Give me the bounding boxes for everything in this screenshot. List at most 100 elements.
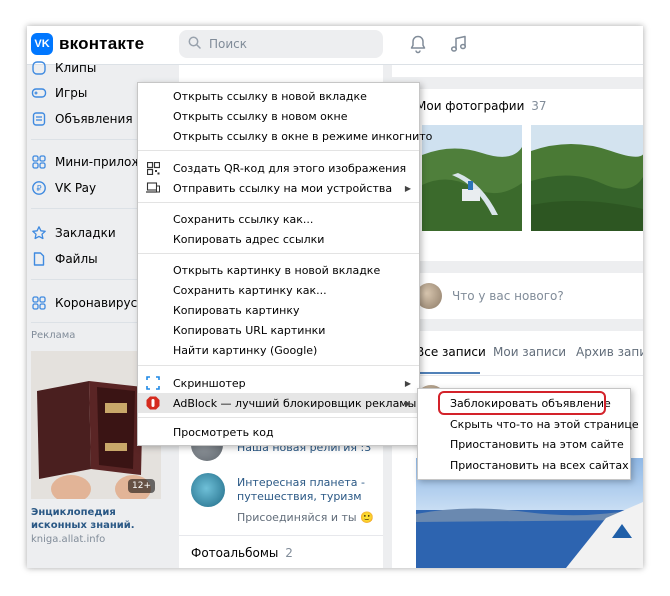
ads-board-icon — [31, 111, 47, 127]
menu-item-copy-image-url[interactable]: Копировать URL картинки — [138, 320, 419, 340]
adblock-submenu: Заблокировать объявление Скрыть что-то н… — [417, 388, 639, 480]
new-post-card[interactable]: Что у вас нового? — [392, 273, 643, 319]
menu-item-save-link-as[interactable]: Сохранить ссылку как... — [138, 209, 419, 229]
adblock-icon — [145, 395, 161, 411]
music-icon[interactable] — [449, 34, 469, 57]
menu-item-open-image-new-tab[interactable]: Открыть картинку в новой вкладке — [138, 260, 419, 280]
submenu-item-hide-something[interactable]: Скрыть что-то на этой странице — [418, 414, 639, 434]
ad-url[interactable]: kniga.allat.info — [31, 534, 105, 545]
menu-item-label: Сохранить ссылку как... — [173, 212, 314, 226]
menu-item-open-link-new-tab[interactable]: Открыть ссылку в новой вкладке — [138, 86, 419, 106]
menu-separator — [138, 202, 419, 203]
menu-item-inspect[interactable]: Просмотреть код — [138, 422, 419, 442]
search-icon — [188, 36, 201, 52]
community-subtitle: Присоединяйся и ты 🙂 — [237, 511, 374, 524]
new-post-placeholder[interactable]: Что у вас нового? — [452, 289, 564, 303]
top-card — [392, 65, 643, 77]
star-icon — [31, 225, 47, 241]
photo-thumbnail[interactable] — [422, 125, 522, 231]
apps-grid-icon — [31, 154, 47, 170]
tab-my-posts[interactable]: Мои записи — [493, 345, 566, 359]
sidebar-item-label: Закладки — [55, 226, 116, 240]
menu-item-label: Открыть ссылку в окне в режиме инкогнито — [173, 129, 433, 143]
sidebar-item-label: Коронавирус — [55, 296, 138, 310]
photos-count: 37 — [531, 99, 547, 113]
qr-code-icon — [145, 160, 161, 176]
ad-label: Реклама — [31, 330, 76, 341]
submenu-item-pause-this-site[interactable]: Приостановить на этом сайте — [418, 434, 630, 454]
menu-item-label: Открыть картинку в новой вкладке — [173, 263, 381, 277]
menu-item-open-link-incognito[interactable]: Открыть ссылку в окне в режиме инкогнито — [138, 126, 432, 146]
menu-separator — [138, 150, 419, 151]
submenu-arrow-icon: ▶ — [404, 183, 411, 193]
sidebar-item-clips[interactable]: Клипы — [31, 57, 167, 79]
menu-item-search-image-google[interactable]: Найти картинку (Google) — [138, 340, 419, 360]
menu-item-copy-link-address[interactable]: Копировать адрес ссылки — [138, 229, 419, 249]
tab-all-posts[interactable]: Все записи — [416, 345, 486, 359]
menu-item-screenshoter[interactable]: Скриншотер ▶ — [138, 373, 419, 393]
ad-title[interactable]: Энциклопедия исконных знаний. — [31, 506, 165, 532]
albums-label: Фотоальбомы — [191, 546, 279, 560]
menu-item-label: Отправить ссылку на мои устройства — [173, 181, 393, 195]
menu-separator — [138, 417, 419, 418]
sidebar-item-label: Клипы — [55, 61, 97, 75]
submenu-arrow-icon: ▶ — [404, 378, 411, 388]
photos-title: Мои фотографии — [416, 99, 525, 113]
menu-item-label: Просмотреть код — [173, 425, 274, 439]
sidebar-item-label: VK Pay — [55, 181, 97, 195]
community-avatar — [191, 473, 225, 507]
menu-item-label: Копировать адрес ссылки — [173, 232, 325, 246]
sidebar-divider — [179, 535, 383, 536]
photos-header[interactable]: Мои фотографии 37 — [416, 99, 546, 113]
clips-icon — [31, 60, 47, 76]
albums-count: 2 — [285, 546, 293, 560]
photo-thumbnail[interactable] — [531, 125, 643, 231]
menu-item-adblock[interactable]: AdBlock — лучший блокировщик рекламы ▶ — [138, 393, 419, 413]
tab-archive[interactable]: Архив записей — [576, 345, 643, 359]
sidebar-item-label: Файлы — [55, 252, 98, 266]
menu-separator — [138, 365, 419, 366]
file-icon — [31, 251, 47, 267]
menu-item-label: Приостановить на этом сайте — [450, 437, 624, 451]
context-menu: Открыть ссылку в новой вкладке Открыть с… — [137, 82, 432, 446]
screenshot: VK вконтакте Клипы Игры Объявления — [27, 26, 643, 568]
vk-logo[interactable]: VK вконтакте — [31, 33, 144, 55]
vk-logo-text: вконтакте — [59, 34, 145, 53]
menu-item-create-qr[interactable]: Создать QR-код для этого изображения — [138, 158, 419, 178]
menu-item-label: Открыть ссылку в новом окне — [173, 109, 348, 123]
highlight-ring — [438, 391, 606, 415]
menu-item-label: Создать QR-код для этого изображения — [173, 161, 407, 175]
search-box[interactable] — [179, 30, 383, 58]
menu-item-copy-image[interactable]: Копировать картинку — [138, 300, 419, 320]
menu-item-label: AdBlock — лучший блокировщик рекламы — [173, 396, 417, 410]
submenu-item-pause-all-sites[interactable]: Приостановить на всех сайтах — [418, 455, 630, 475]
menu-item-label: Приостановить на всех сайтах — [450, 458, 629, 472]
community-item[interactable]: Интересная планета - путешествия, туризм… — [191, 471, 383, 524]
menu-item-open-link-new-window[interactable]: Открыть ссылку в новом окне — [138, 106, 419, 126]
sidebar-item-label: Объявления — [55, 112, 133, 126]
gamepad-icon — [31, 85, 47, 101]
menu-item-label: Скрыть что-то на этой странице — [450, 417, 639, 431]
devices-icon — [145, 180, 161, 196]
search-input[interactable] — [207, 36, 371, 52]
menu-item-label: Сохранить картинку как... — [173, 283, 327, 297]
screenshot-icon — [145, 375, 161, 391]
menu-item-save-image-as[interactable]: Сохранить картинку как... — [138, 280, 419, 300]
sidebar-item-label: Игры — [55, 86, 88, 100]
albums-header[interactable]: Фотоальбомы 2 — [191, 546, 293, 560]
age-rating-badge: 12+ — [128, 479, 155, 493]
submenu-arrow-icon: ▶ — [404, 398, 411, 408]
bell-icon[interactable] — [408, 34, 428, 57]
svg-text:₽: ₽ — [36, 184, 41, 193]
apps-grid-icon — [31, 295, 47, 311]
tab-active-underline — [416, 372, 480, 374]
photos-card: Мои фотографии 37 — [392, 89, 643, 261]
community-name: Интересная планета - путешествия, туризм — [237, 476, 365, 503]
menu-item-label: Копировать картинку — [173, 303, 300, 317]
menu-item-label: Найти картинку (Google) — [173, 343, 318, 357]
vk-logo-icon: VK — [31, 33, 53, 55]
wall-tabs: Все записи Мои записи Архив записей — [392, 331, 643, 376]
menu-item-label: Копировать URL картинки — [173, 323, 326, 337]
menu-item-label: Открыть ссылку в новой вкладке — [173, 89, 367, 103]
menu-item-send-to-devices[interactable]: Отправить ссылку на мои устройства ▶ — [138, 178, 419, 198]
